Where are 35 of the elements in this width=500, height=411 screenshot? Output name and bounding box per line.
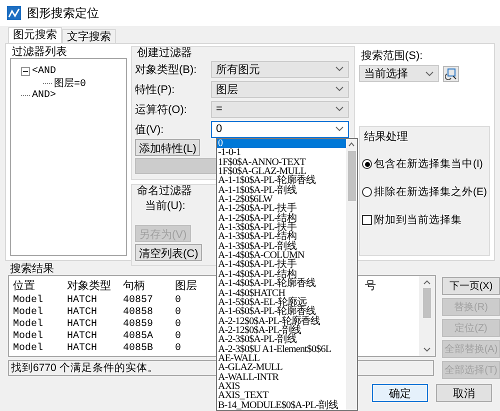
table-cell: HATCH: [67, 342, 98, 354]
table-cell: HATCH: [67, 330, 98, 342]
table-cell: 0: [175, 306, 182, 318]
table-cell: 4085A: [123, 330, 154, 342]
group-title: 搜索结果: [10, 263, 54, 275]
table-cell: 0: [175, 342, 182, 354]
field-label: 值(V):: [135, 122, 165, 136]
field-label: 当前(U):: [145, 199, 186, 213]
table-cell: Model: [13, 342, 44, 354]
table-cell: 0: [175, 330, 182, 342]
table-cell: HATCH: [67, 294, 98, 306]
option-label: 附加到当前选择集: [374, 213, 462, 227]
table-cell: 40857: [123, 294, 154, 306]
group-title: 过滤器列表: [12, 46, 67, 58]
table-cell: HATCH: [67, 306, 98, 318]
table-cell: HATCH: [67, 318, 98, 330]
table-cell: Model: [13, 294, 44, 306]
table-cell: 0: [175, 294, 182, 306]
table-cell: 4085B: [123, 342, 154, 354]
table-cell: Model: [13, 318, 44, 330]
table-cell: 40859: [123, 318, 154, 330]
table-cell: Model: [13, 306, 44, 318]
option-label: 排除在新选择集之外(E): [374, 185, 487, 199]
field-label: 对象类型(B):: [135, 62, 198, 76]
field-label: 搜索范围(S):: [361, 50, 423, 62]
option-label: 包含在新选择集当中(I): [374, 157, 483, 171]
window-title: 图形搜索定位: [27, 4, 99, 22]
table-cell: 40858: [123, 306, 154, 318]
group-title: 结果处理: [364, 131, 408, 143]
group-title: 创建过滤器: [137, 47, 192, 59]
field-label: 特性(P):: [135, 82, 176, 96]
field-label: 运算符(O):: [135, 102, 188, 116]
table-cell: 0: [175, 318, 182, 330]
group-title: 命名过滤器: [137, 185, 192, 197]
table-cell: Model: [13, 330, 44, 342]
